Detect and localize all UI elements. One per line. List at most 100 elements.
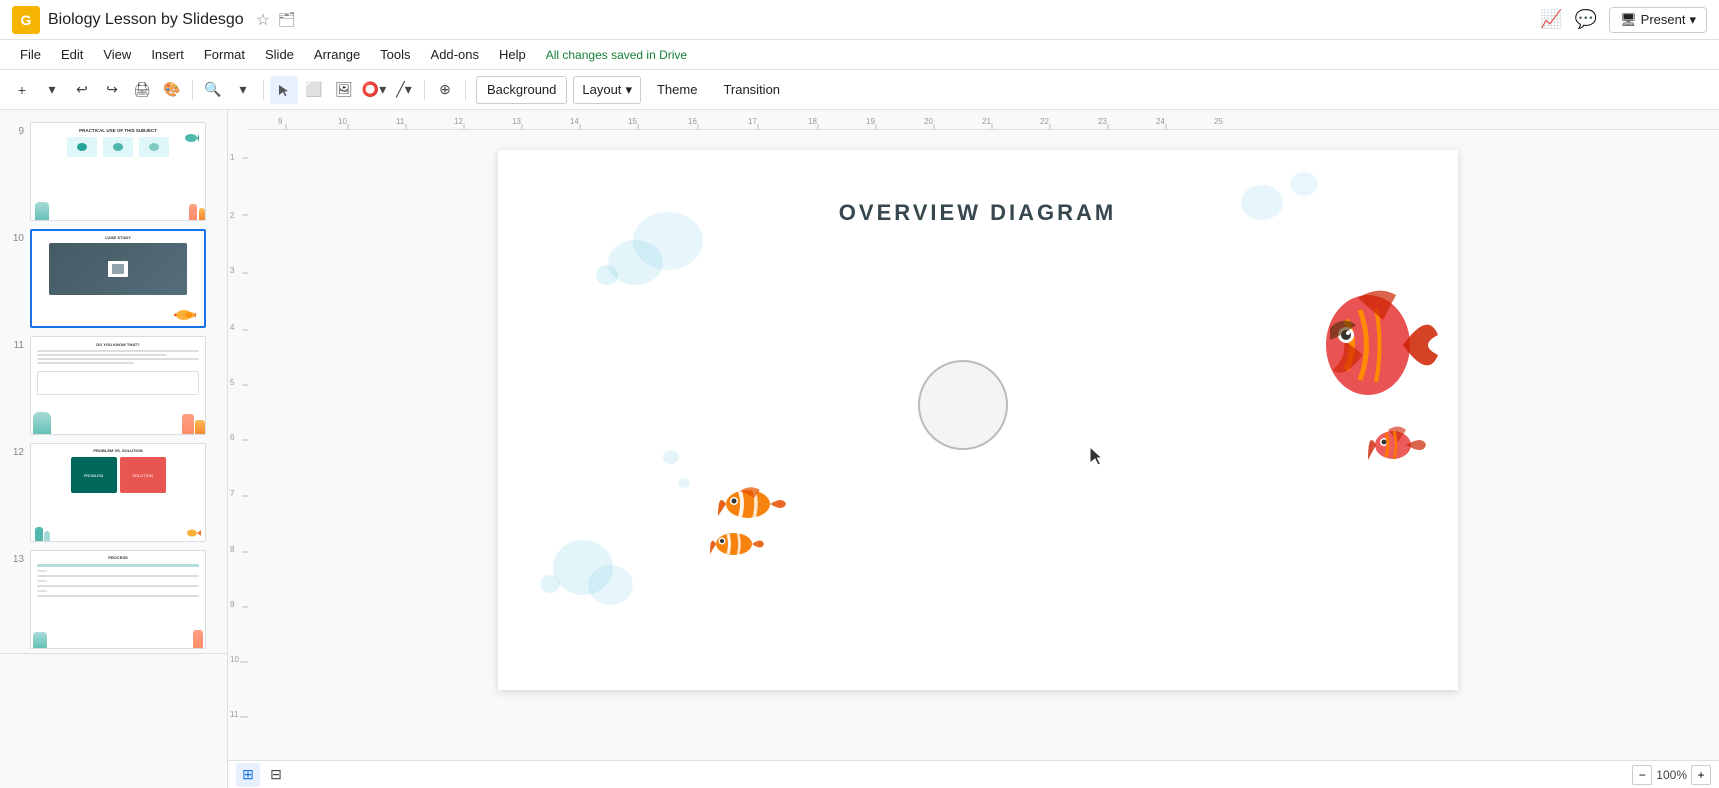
slide-item-10[interactable]: 10 CASE STUDY <box>0 225 227 332</box>
image-button[interactable]: 🖼 <box>330 76 358 104</box>
slide-thumb-10[interactable]: CASE STUDY <box>30 229 206 328</box>
slide-number-10: 10 <box>8 233 24 244</box>
theme-button[interactable]: Theme <box>647 76 707 104</box>
svg-text:10: 10 <box>230 655 239 664</box>
toolbar: + ▾ ↩ ↪ 🖨 🎨 🔍 ▾ ⬜ 🖼 ⭕▾ ╱▾ ⊕ Background L… <box>0 70 1719 110</box>
slide-number-11: 11 <box>8 340 24 351</box>
slide-thumb-9[interactable]: PRACTICAL USE OF THIS SUBJECT <box>30 122 206 221</box>
svg-text:11: 11 <box>230 710 239 719</box>
slide-item-9[interactable]: 9 PRACTICAL USE OF THIS SUBJECT <box>0 118 227 225</box>
menu-edit[interactable]: Edit <box>53 44 91 65</box>
svg-text:21: 21 <box>982 117 991 126</box>
app-title: Biology Lesson by Slidesgo <box>48 11 244 29</box>
menu-help[interactable]: Help <box>491 44 534 65</box>
zoom-out-btn[interactable]: − <box>1632 765 1652 785</box>
star-icon[interactable]: ☆ <box>256 10 270 30</box>
svg-text:23: 23 <box>1098 117 1107 126</box>
slide-panel: 9 PRACTICAL USE OF THIS SUBJECT <box>0 110 228 788</box>
present-button[interactable]: 🖥 Present ▾ <box>1609 7 1707 33</box>
svg-text:5: 5 <box>230 378 235 387</box>
menu-insert[interactable]: Insert <box>143 44 192 65</box>
present-monitor-icon: 🖥 <box>1620 12 1637 28</box>
plus-btn[interactable]: ⊕ <box>431 76 459 104</box>
menu-view[interactable]: View <box>95 44 139 65</box>
slide-item-12[interactable]: 12 PROBLEM VS. SOLUTION PROBLEM SOLUTION <box>0 439 227 546</box>
layout-button[interactable]: Layout ▾ <box>573 76 641 104</box>
menu-slide[interactable]: Slide <box>257 44 302 65</box>
slide-thumb-11[interactable]: DO YOU KNOW THAT? <box>30 336 206 435</box>
saved-status: All changes saved in Drive <box>546 48 687 62</box>
slide-canvas[interactable]: OVERVIEW DIAGRAM <box>498 150 1458 690</box>
background-button[interactable]: Background <box>476 76 567 104</box>
shape-button[interactable]: ⭕▾ <box>360 76 388 104</box>
grid-view-button[interactable]: ⊞ <box>236 763 260 787</box>
view-icons: ⊞ ⊟ <box>236 763 288 787</box>
slide-title: OVERVIEW DIAGRAM <box>839 200 1116 226</box>
zoom-in-btn[interactable]: + <box>1691 765 1711 785</box>
slide-thumb-13[interactable]: PROCESS STEP 1 STEP 2 STEP 3 <box>30 550 206 649</box>
redo-button[interactable]: ↪ <box>98 76 126 104</box>
layout-label: Layout <box>582 82 621 97</box>
comment-icon[interactable]: 💬 <box>1575 9 1597 30</box>
svg-text:4: 4 <box>230 323 235 332</box>
slide-item-13[interactable]: 13 PROCESS STEP 1 STEP 2 STEP 3 <box>0 546 227 653</box>
svg-text:18: 18 <box>808 117 817 126</box>
menu-arrange[interactable]: Arrange <box>306 44 368 65</box>
svg-text:13: 13 <box>512 117 521 126</box>
svg-text:25: 25 <box>1214 117 1223 126</box>
svg-text:14: 14 <box>570 117 579 126</box>
menu-addons[interactable]: Add-ons <box>423 44 487 65</box>
main-area: 9 PRACTICAL USE OF THIS SUBJECT <box>0 110 1719 788</box>
slide-number-9: 9 <box>8 126 24 137</box>
menu-bar: File Edit View Insert Format Slide Arran… <box>0 40 1719 70</box>
transition-button[interactable]: Transition <box>713 76 790 104</box>
svg-text:8: 8 <box>230 545 235 554</box>
separator-3 <box>424 80 425 100</box>
svg-text:10: 10 <box>338 117 347 126</box>
bubble-4 <box>1241 185 1283 220</box>
list-view-button[interactable]: ⊟ <box>264 763 288 787</box>
select-tool[interactable] <box>270 76 298 104</box>
svg-text:24: 24 <box>1156 117 1165 126</box>
title-bar: G Biology Lesson by Slidesgo ☆ 🗂 📈 💬 🖥 P… <box>0 0 1719 40</box>
print-button[interactable]: 🖨 <box>128 76 156 104</box>
svg-text:7: 7 <box>230 489 235 498</box>
editor-content: 1 2 3 4 5 6 7 8 9 10 11 12 13 <box>228 130 1719 760</box>
folder-icon[interactable]: 🗂 <box>278 11 296 28</box>
editor-area: 9 10 11 12 13 14 15 16 17 18 19 20 21 22… <box>228 110 1719 788</box>
text-box-button[interactable]: ⬜ <box>300 76 328 104</box>
undo-button[interactable]: ↩ <box>68 76 96 104</box>
slide-thumb-12[interactable]: PROBLEM VS. SOLUTION PROBLEM SOLUTION <box>30 443 206 542</box>
svg-text:20: 20 <box>924 117 933 126</box>
bubble-2 <box>633 212 703 270</box>
bubble-3 <box>596 265 618 285</box>
paint-format-button[interactable]: 🎨 <box>158 76 186 104</box>
svg-text:9: 9 <box>278 117 283 126</box>
separator-4 <box>465 80 466 100</box>
svg-text:22: 22 <box>1040 117 1049 126</box>
big-fish-svg <box>1308 280 1438 410</box>
add-button[interactable]: + <box>8 76 36 104</box>
zoom-out-button[interactable]: 🔍 <box>199 76 227 104</box>
small-fish-svg <box>1368 420 1428 470</box>
s9-title-text: PRACTICAL USE OF THIS SUBJECT <box>31 123 205 133</box>
menu-format[interactable]: Format <box>196 44 253 65</box>
menu-tools[interactable]: Tools <box>372 44 418 65</box>
slide-panel-bottom <box>0 653 227 681</box>
zoom-in-button[interactable]: ▾ <box>229 76 257 104</box>
slide-item-11[interactable]: 11 DO YOU KNOW THAT? <box>0 332 227 439</box>
line-button[interactable]: ╱▾ <box>390 76 418 104</box>
app-logo: G <box>12 6 40 34</box>
svg-text:1: 1 <box>230 153 235 162</box>
circle-shape[interactable] <box>918 360 1008 450</box>
svg-text:16: 16 <box>688 117 697 126</box>
svg-text:6: 6 <box>230 433 235 442</box>
dropdown-btn[interactable]: ▾ <box>38 76 66 104</box>
layout-chevron: ▾ <box>625 82 632 98</box>
svg-text:9: 9 <box>230 600 235 609</box>
activity-icon[interactable]: 📈 <box>1540 9 1562 30</box>
vertical-ruler: 1 2 3 4 5 6 7 8 9 10 11 12 13 <box>228 130 248 760</box>
svg-text:17: 17 <box>748 117 757 126</box>
canvas-scroll-area[interactable]: OVERVIEW DIAGRAM <box>248 130 1719 760</box>
menu-file[interactable]: File <box>12 44 49 65</box>
